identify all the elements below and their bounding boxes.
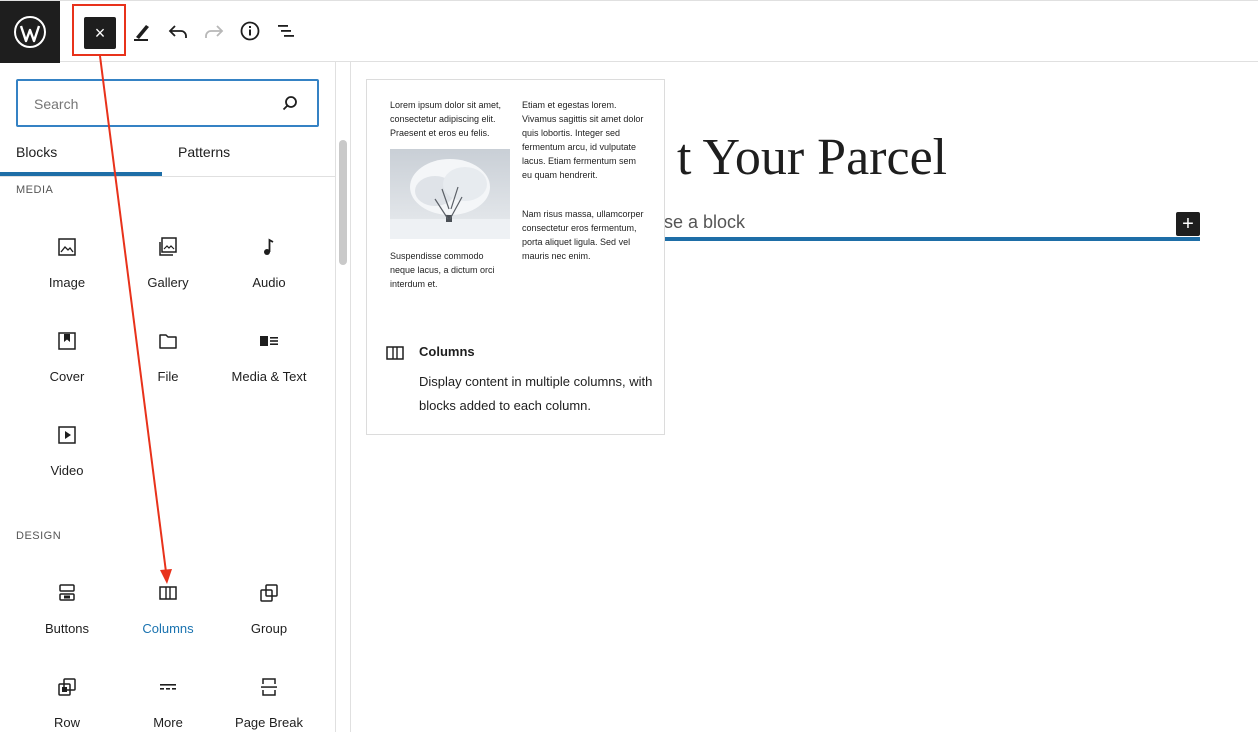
tab-blocks[interactable]: Blocks <box>16 132 162 176</box>
block-label: Video <box>50 463 84 478</box>
block-label: Audio <box>252 275 286 290</box>
block-columns[interactable]: Columns <box>118 581 218 661</box>
sidebar-divider <box>350 62 351 732</box>
plus-icon: + <box>1182 213 1194 235</box>
block-inserter-panel: Blocks Patterns MEDIA Image Gallery Audi… <box>0 62 336 732</box>
category-media-heading: MEDIA <box>16 184 54 196</box>
image-icon <box>55 235 79 259</box>
search-box <box>16 79 319 127</box>
preview-block-name: Columns <box>419 344 475 359</box>
block-page-break[interactable]: Page Break <box>219 675 319 732</box>
preview-column2-bottom: Nam risus massa, ullamcorper consectetur… <box>522 209 644 261</box>
preview-column1-bottom: Suspendisse commodo neque lacus, a dictu… <box>390 251 495 289</box>
block-label: Columns <box>142 621 194 636</box>
preview-block-description: Display content in multiple columns, wit… <box>419 374 653 413</box>
undo-icon <box>168 25 187 38</box>
preview-column1-top: Lorem ipsum dolor sit amet, consectetur … <box>390 100 502 138</box>
wordpress-icon <box>14 16 46 48</box>
tools-button[interactable] <box>125 14 159 48</box>
info-icon <box>240 21 260 41</box>
search-input[interactable] <box>32 81 276 127</box>
gallery-icon <box>156 235 180 259</box>
tab-patterns[interactable]: Patterns <box>178 132 230 176</box>
block-label: Cover <box>49 369 85 384</box>
preview-tree-image <box>390 149 510 239</box>
active-tab-indicator <box>0 172 162 176</box>
row-icon <box>55 675 79 699</box>
video-icon <box>55 423 79 447</box>
category-design-heading: DESIGN <box>16 530 62 542</box>
block-label: Page Break <box>235 715 303 730</box>
list-view-icon <box>278 25 294 37</box>
page-break-icon <box>257 675 281 699</box>
close-button-highlight <box>72 4 126 56</box>
details-button[interactable] <box>233 14 267 48</box>
block-video[interactable]: Video <box>17 423 117 503</box>
block-label: More <box>153 715 183 730</box>
columns-icon <box>386 344 406 367</box>
block-image[interactable]: Image <box>17 235 117 315</box>
columns-icon <box>156 581 180 605</box>
post-title[interactable]: t Your Parcel <box>677 128 947 187</box>
block-label: Group <box>250 621 288 636</box>
list-view-button[interactable] <box>269 14 303 48</box>
top-toolbar: × <box>0 0 1258 63</box>
block-label: Row <box>53 715 80 730</box>
add-block-button[interactable]: + <box>1176 212 1200 236</box>
block-label: Media & Text <box>231 369 307 384</box>
block-preview-card: Lorem ipsum dolor sit amet, consectetur … <box>366 79 665 435</box>
preview-column2-top: Etiam et egestas lorem. Vivamus sagittis… <box>522 100 644 180</box>
block-audio[interactable]: Audio <box>219 235 319 315</box>
block-group[interactable]: Group <box>219 581 319 661</box>
block-cover[interactable]: Cover <box>17 329 117 409</box>
group-icon <box>257 581 281 605</box>
block-gallery[interactable]: Gallery <box>118 235 218 315</box>
appender-focus-line <box>664 237 1200 241</box>
block-label: Image <box>48 275 86 290</box>
undo-button[interactable] <box>161 14 195 48</box>
more-icon <box>156 675 180 699</box>
media-text-icon <box>257 329 281 353</box>
block-media-text[interactable]: Media & Text <box>219 329 319 409</box>
block-label: Gallery <box>147 275 189 290</box>
cover-icon <box>55 329 79 353</box>
block-buttons[interactable]: Buttons <box>17 581 117 661</box>
sidebar-scrollbar[interactable] <box>339 140 347 265</box>
block-row[interactable]: Row <box>17 675 117 732</box>
search-icon[interactable] <box>281 94 299 117</box>
wordpress-logo[interactable] <box>0 1 60 63</box>
block-label: File <box>157 369 179 384</box>
redo-icon <box>205 25 224 38</box>
block-more[interactable]: More <box>118 675 218 732</box>
buttons-icon <box>55 581 79 605</box>
folder-icon <box>156 329 180 353</box>
inserter-tabs: Blocks Patterns <box>0 132 335 177</box>
block-file[interactable]: File <box>118 329 218 409</box>
block-label: Buttons <box>44 621 90 636</box>
redo-button[interactable] <box>197 14 231 48</box>
pencil-icon <box>134 25 149 41</box>
audio-icon <box>257 235 281 259</box>
block-appender-text[interactable]: se a block <box>664 212 745 233</box>
